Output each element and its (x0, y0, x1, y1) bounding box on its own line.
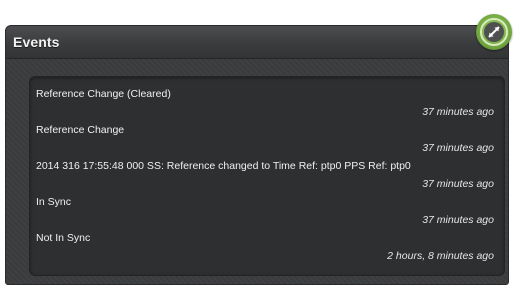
collapse-button[interactable] (476, 14, 512, 50)
event-message: Not In Sync (36, 232, 91, 244)
event-item: Not In Sync 2 hours, 8 minutes ago (36, 232, 494, 268)
event-message: Reference Change (36, 124, 125, 136)
event-time: 37 minutes ago (422, 106, 494, 118)
event-message: In Sync (36, 196, 72, 208)
event-time: 37 minutes ago (422, 142, 494, 154)
event-item: 2014 316 17:55:48 000 SS: Reference chan… (36, 160, 494, 196)
event-time: 37 minutes ago (422, 214, 494, 226)
event-time: 2 hours, 8 minutes ago (387, 250, 494, 262)
event-item: Reference Change 37 minutes ago (36, 124, 494, 160)
event-time: 37 minutes ago (422, 178, 494, 190)
collapse-arrows-icon (480, 18, 508, 46)
event-item: Reference Change (Cleared) 37 minutes ag… (36, 88, 494, 124)
panel-header: Events (6, 26, 508, 59)
event-message: 2014 316 17:55:48 000 SS: Reference chan… (36, 160, 411, 172)
event-item: In Sync 37 minutes ago (36, 196, 494, 232)
event-message: Reference Change (Cleared) (36, 88, 171, 100)
panel-title: Events (13, 34, 60, 50)
